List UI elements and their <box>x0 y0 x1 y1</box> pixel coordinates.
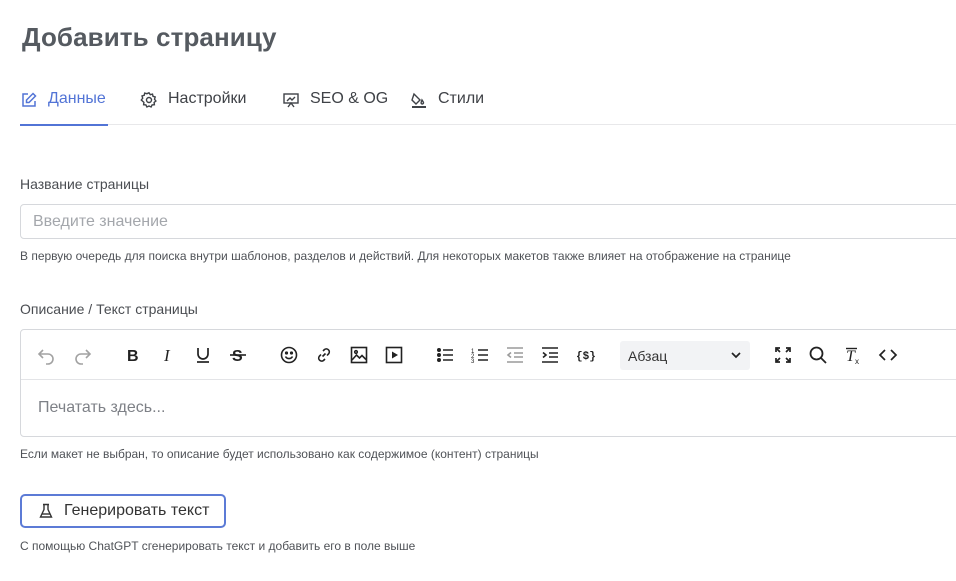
chevron-down-icon <box>731 352 741 359</box>
flask-icon <box>39 503 53 518</box>
strikethrough-icon[interactable]: S <box>227 344 249 366</box>
image-icon[interactable] <box>348 344 370 366</box>
editor-content-placeholder[interactable]: Печатать здесь... <box>38 399 165 417</box>
bullet-list-icon[interactable] <box>434 344 456 366</box>
template-vars-icon[interactable]: {$} <box>574 344 596 366</box>
fullscreen-icon[interactable] <box>772 344 794 366</box>
description-hint: Если макет не выбран, то описание будет … <box>20 447 539 461</box>
svg-text:B: B <box>127 348 139 365</box>
tab-settings[interactable]: Настройки <box>140 84 246 125</box>
page-name-hint: В первую очередь для поиска внутри шабло… <box>20 249 791 263</box>
svg-text:3: 3 <box>471 359 475 365</box>
generate-text-label: Генерировать текст <box>64 502 210 519</box>
tab-styles[interactable]: Стили <box>410 84 484 125</box>
generate-text-button[interactable]: Генерировать текст <box>20 494 226 528</box>
generate-hint: С помощью ChatGPT сгенерировать текст и … <box>20 539 416 553</box>
svg-text:x: x <box>855 357 859 365</box>
tab-bar: Данные Настройки SEO & OG Стили <box>20 84 956 126</box>
tab-label: Настройки <box>168 90 247 107</box>
underline-icon[interactable] <box>192 344 214 366</box>
format-select-value: Абзац <box>628 347 668 364</box>
tab-label: Данные <box>48 90 106 107</box>
presentation-icon <box>282 91 300 109</box>
source-code-icon[interactable] <box>877 344 899 366</box>
tab-label: Стили <box>438 90 485 107</box>
search-icon[interactable] <box>807 344 829 366</box>
clear-format-icon[interactable]: Tx <box>842 344 864 366</box>
emoji-icon[interactable] <box>278 344 300 366</box>
indent-icon[interactable] <box>539 344 561 366</box>
rich-text-editor: B I S 123 {$} Абзац T x Печатать здесь..… <box>20 329 956 437</box>
page-name-input[interactable] <box>20 204 956 239</box>
svg-text:S: S <box>232 348 243 365</box>
redo-icon[interactable] <box>72 344 94 366</box>
outdent-icon[interactable] <box>504 344 526 366</box>
video-icon[interactable] <box>383 344 405 366</box>
svg-text:{$}: {$} <box>576 351 595 363</box>
format-select[interactable]: Абзац <box>620 341 750 370</box>
description-label: Описание / Текст страницы <box>20 301 198 317</box>
tab-data[interactable]: Данные <box>20 84 108 126</box>
page-title: Добавить страницу <box>22 22 277 52</box>
link-icon[interactable] <box>313 344 335 366</box>
undo-icon[interactable] <box>35 344 57 366</box>
paint-bucket-icon <box>410 91 428 109</box>
svg-text:I: I <box>163 346 171 365</box>
numbered-list-icon[interactable]: 123 <box>469 344 491 366</box>
tab-seo-og[interactable]: SEO & OG <box>282 84 388 125</box>
gear-icon <box>140 91 158 109</box>
editor-toolbar: B I S 123 {$} Абзац T x <box>21 330 956 380</box>
page-name-label: Название страницы <box>20 176 150 192</box>
italic-icon[interactable]: I <box>157 344 179 366</box>
tab-label: SEO & OG <box>310 90 389 107</box>
edit-icon <box>20 91 38 109</box>
bold-icon[interactable]: B <box>122 344 144 366</box>
